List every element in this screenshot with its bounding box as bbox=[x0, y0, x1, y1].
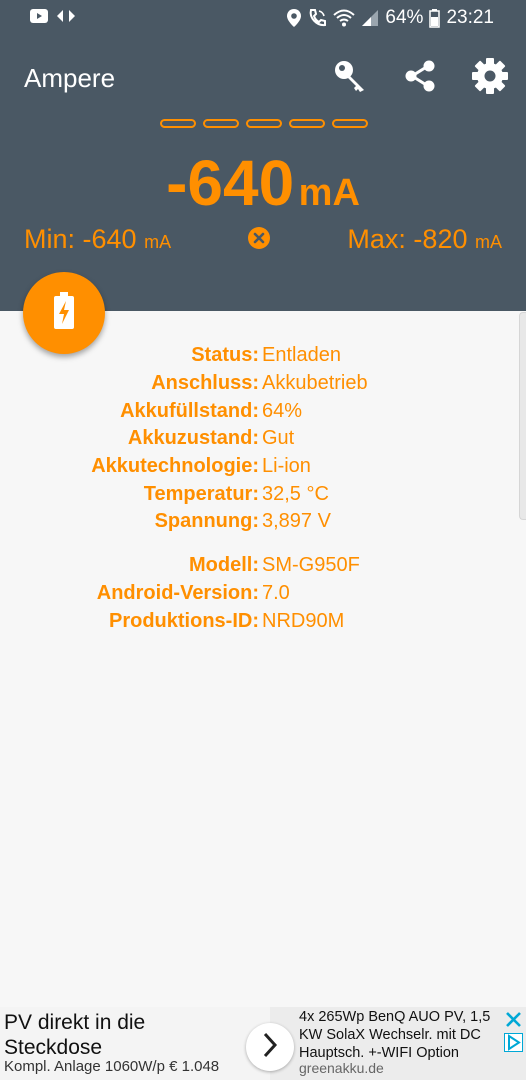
wifi-icon bbox=[333, 9, 356, 27]
info-label: Akkuzustand: bbox=[127, 427, 259, 450]
current-value: -640 bbox=[166, 147, 295, 219]
gear-icon[interactable] bbox=[470, 56, 510, 96]
location-icon bbox=[287, 9, 302, 27]
device-label: Produktions-ID: bbox=[109, 609, 259, 632]
info-value: Gut bbox=[262, 427, 295, 450]
battery-charging-icon bbox=[53, 291, 75, 335]
youtube-notification-icon bbox=[30, 9, 48, 23]
charge-indicator bbox=[160, 119, 368, 128]
info-value: 64% bbox=[262, 399, 303, 422]
signal-icon bbox=[361, 9, 379, 27]
info-value: 3,897 V bbox=[262, 510, 331, 533]
info-row: Akkutechnologie: Li-ion bbox=[0, 453, 526, 481]
min-value: Min: -640 bbox=[24, 224, 137, 254]
key-icon[interactable] bbox=[330, 56, 370, 96]
indicator-segment bbox=[246, 119, 282, 128]
info-value: 32,5 °C bbox=[262, 482, 329, 505]
ad-close-icon[interactable] bbox=[504, 1010, 523, 1029]
device-label: Android-Version: bbox=[96, 581, 259, 604]
info-row: Akkufüllstand: 64% bbox=[0, 397, 526, 425]
info-label: Akkufüllstand: bbox=[120, 399, 259, 422]
min-reading: Min: -640 mA bbox=[24, 224, 171, 255]
device-row: Android-Version: 7.0 bbox=[0, 580, 526, 608]
ad-left-panel[interactable]: PV direkt in die Steckdose Kompl. Anlage… bbox=[0, 1007, 270, 1080]
ad-open-button[interactable] bbox=[246, 1023, 294, 1071]
info-label: Anschluss: bbox=[151, 372, 259, 395]
share-icon[interactable] bbox=[400, 56, 440, 96]
ad-title[interactable]: PV direkt in die Steckdose bbox=[4, 1010, 234, 1060]
app-header: Ampere -640 mA Min: -640 mA Max: -820 mA bbox=[0, 36, 526, 311]
device-value: SM-G950F bbox=[262, 554, 360, 577]
info-label: Akkutechnologie: bbox=[91, 455, 259, 478]
data-transfer-icon bbox=[56, 9, 76, 23]
info-row: Akkuzustand: Gut bbox=[0, 425, 526, 453]
ad-body[interactable]: 4x 265Wp BenQ AUO PV, 1,5 KW SolaX Wechs… bbox=[299, 1008, 499, 1062]
indicator-segment bbox=[289, 119, 325, 128]
info-row: Spannung: 3,897 V bbox=[0, 508, 526, 536]
chevron-right-icon bbox=[261, 1032, 279, 1063]
info-value: Li-ion bbox=[262, 455, 311, 478]
info-label: Temperatur: bbox=[143, 482, 259, 505]
info-row: Status: Entladen bbox=[0, 342, 526, 370]
device-row: Modell: SM-G950F bbox=[0, 552, 526, 580]
info-label: Spannung: bbox=[154, 510, 259, 533]
indicator-segment bbox=[332, 119, 368, 128]
ad-banner[interactable]: PV direkt in die Steckdose Kompl. Anlage… bbox=[0, 1007, 526, 1080]
battery-info-list: Status: Entladen Anschluss: Akkubetrieb Ak… bbox=[0, 342, 526, 635]
device-value: NRD90M bbox=[262, 609, 345, 632]
info-value: Entladen bbox=[262, 344, 341, 367]
ad-choices-icon[interactable] bbox=[504, 1033, 523, 1052]
current-unit: mA bbox=[298, 172, 360, 214]
device-row: Produktions-ID: NRD90M bbox=[0, 607, 526, 635]
indicator-segment bbox=[160, 119, 196, 128]
reset-close-icon[interactable] bbox=[247, 226, 271, 250]
battery-icon bbox=[429, 8, 441, 28]
info-row: Temperatur: 32,5 °C bbox=[0, 480, 526, 508]
wifi-call-icon bbox=[307, 8, 327, 28]
current-reading: -640 mA bbox=[0, 146, 526, 220]
clock: 23:21 bbox=[446, 7, 494, 28]
info-value: Akkubetrieb bbox=[262, 372, 368, 395]
status-bar: 64% 23:21 bbox=[0, 0, 526, 36]
ad-subtitle[interactable]: Kompl. Anlage 1060W/p € 1.048 bbox=[4, 1058, 219, 1075]
app-title: Ampere bbox=[24, 63, 116, 93]
info-row: Anschluss: Akkubetrieb bbox=[0, 370, 526, 398]
max-value: Max: -820 bbox=[347, 224, 468, 254]
max-reading: Max: -820 mA bbox=[347, 224, 502, 255]
indicator-segment bbox=[203, 119, 239, 128]
device-label: Modell: bbox=[189, 554, 259, 577]
max-unit: mA bbox=[475, 232, 502, 252]
info-label: Status: bbox=[191, 344, 259, 367]
battery-percent: 64% bbox=[385, 7, 424, 28]
device-value: 7.0 bbox=[262, 581, 290, 604]
ad-domain[interactable]: greenakku.de bbox=[299, 1060, 384, 1076]
min-unit: mA bbox=[144, 232, 172, 252]
